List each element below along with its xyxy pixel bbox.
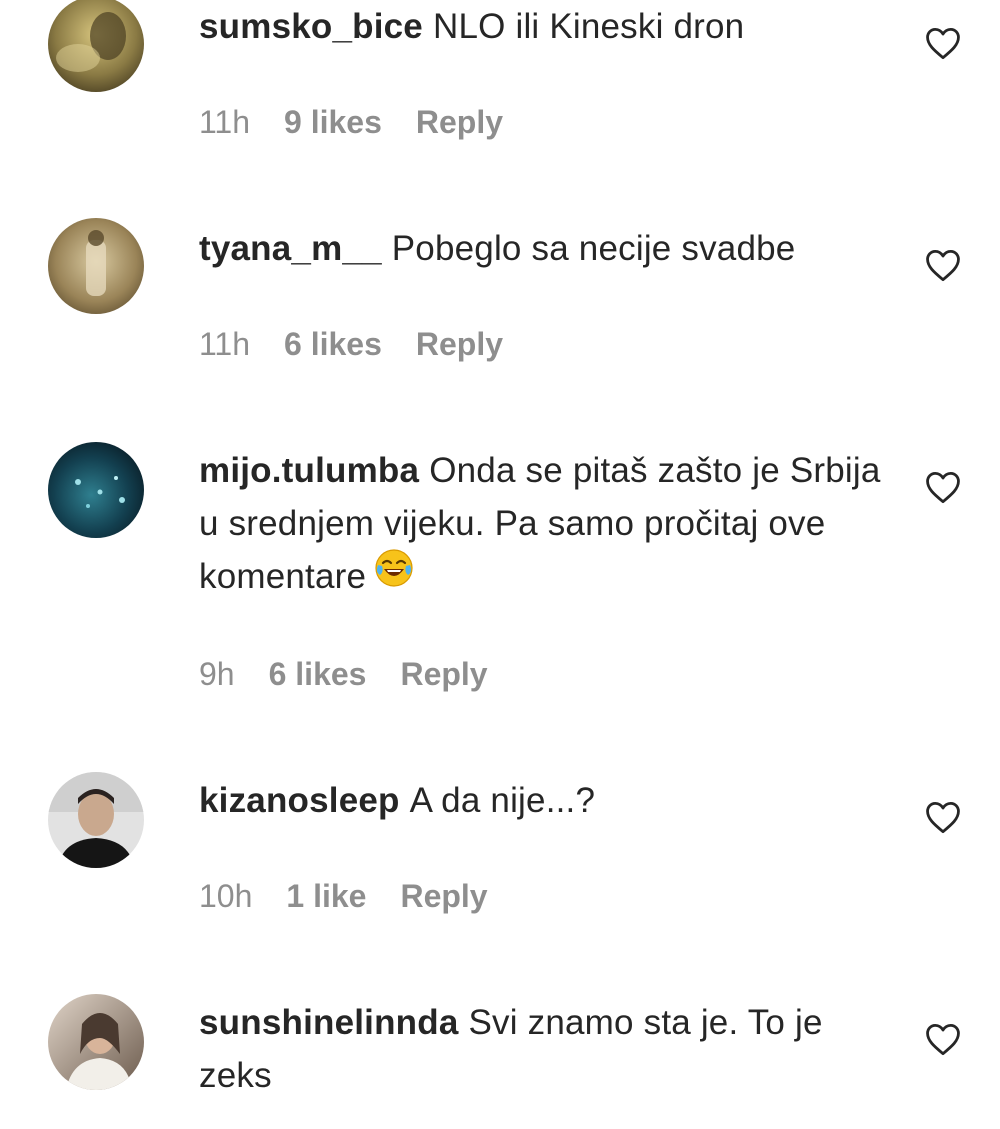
heart-outline-icon[interactable]	[924, 800, 962, 834]
avatar[interactable]	[48, 0, 144, 92]
comment-meta: 11h 9 likes Reply	[199, 104, 537, 141]
comment-body: kizanosleep A da nije...?	[199, 774, 899, 827]
comment-likes[interactable]: 6 likes	[284, 326, 382, 362]
face-with-tears-of-joy-icon	[374, 548, 414, 603]
comment-meta: 10h 1 like Reply	[199, 878, 522, 915]
heart-outline-icon[interactable]	[924, 1022, 962, 1056]
avatar[interactable]	[48, 218, 144, 314]
comment-text: A da nije...?	[409, 781, 596, 820]
heart-outline-icon[interactable]	[924, 26, 962, 60]
comment-meta: 9h 6 likes Reply	[199, 656, 522, 693]
comment-likes[interactable]: 1 like	[286, 878, 366, 914]
reply-button[interactable]: Reply	[416, 104, 503, 140]
comment-username[interactable]: sunshinelinnda	[199, 1003, 459, 1042]
comment-likes[interactable]: 9 likes	[284, 104, 382, 140]
reply-button[interactable]: Reply	[416, 326, 503, 362]
comment-likes[interactable]: 6 likes	[269, 656, 367, 692]
comment-text: NLO ili Kineski dron	[432, 7, 745, 46]
comment-username[interactable]: mijo.tulumba	[199, 451, 419, 490]
reply-button[interactable]: Reply	[400, 878, 487, 914]
avatar[interactable]	[48, 994, 144, 1090]
avatar[interactable]	[48, 442, 144, 538]
comment-username[interactable]: tyana_m__	[199, 229, 382, 268]
comment-body: sunshinelinnda Svi znamo sta je. To je ze…	[199, 996, 899, 1102]
comment-body: mijo.tulumba Onda se pitaš zašto je Srbij…	[199, 444, 899, 603]
comment-time: 10h	[199, 878, 253, 914]
comment-body: sumsko_bice NLO ili Kineski dron	[199, 0, 899, 53]
comment-username[interactable]: kizanosleep	[199, 781, 400, 820]
comment-username[interactable]: sumsko_bice	[199, 7, 423, 46]
comment-body: tyana_m__ Pobeglo sa necije svadbe	[199, 222, 899, 275]
heart-outline-icon[interactable]	[924, 248, 962, 282]
reply-button[interactable]: Reply	[400, 656, 487, 692]
avatar[interactable]	[48, 772, 144, 868]
comment-time: 11h	[199, 104, 251, 140]
comment-time: 9h	[199, 656, 235, 692]
heart-outline-icon[interactable]	[924, 470, 962, 504]
comment-meta: 11h 6 likes Reply	[199, 326, 537, 363]
comment-time: 11h	[199, 326, 251, 362]
comment-text: Pobeglo sa necije svadbe	[391, 229, 796, 268]
